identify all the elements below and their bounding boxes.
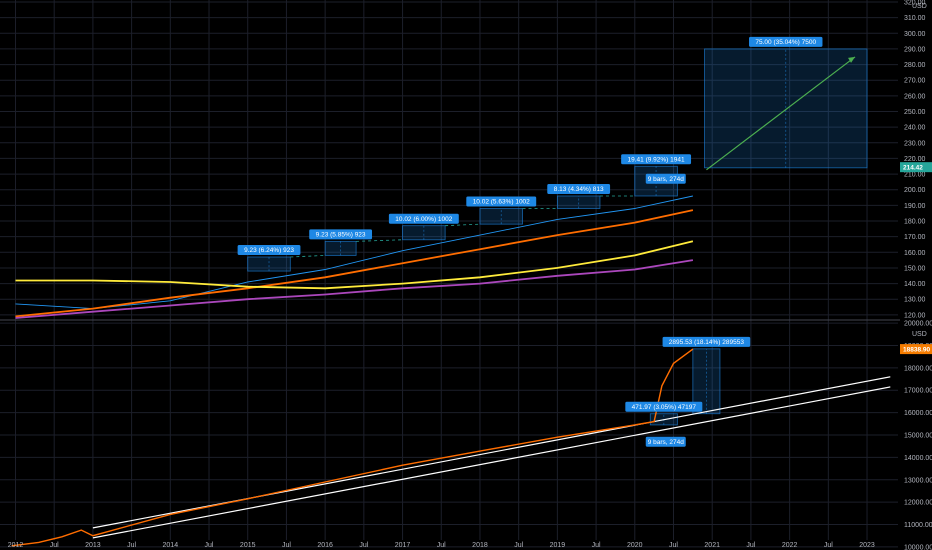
price-tick-label: 150.00 — [904, 265, 926, 272]
time-tick-label: 2021 — [704, 542, 720, 549]
time-tick-label: 2016 — [317, 542, 333, 549]
price-range-label: 10.02 (6.00%) 1002 — [395, 216, 452, 223]
price-tick-label: 300.00 — [904, 31, 926, 38]
price-tick-label: 290.00 — [904, 46, 926, 53]
bars-count-label: 9 bars, 274d — [648, 176, 685, 183]
price-tick-label: 170.00 — [904, 234, 926, 241]
price-tick-label: 15000.00 — [904, 433, 932, 440]
price-tick-label: 16000.00 — [904, 410, 932, 417]
price-range-label: 471.97 (3.05%) 47197 — [632, 404, 697, 411]
price-tick-label: 190.00 — [904, 203, 926, 210]
price-tick-label: 180.00 — [904, 219, 926, 226]
price-tick-label: 18000.00 — [904, 365, 932, 372]
price-range-label: 10.02 (5.63%) 1002 — [473, 199, 530, 206]
price-tick-label: 220.00 — [904, 156, 926, 163]
price-range-label: 9.23 (6.24%) 923 — [244, 247, 294, 254]
time-tick-label: Jul — [359, 542, 368, 549]
price-tick-label: 310.00 — [904, 15, 926, 22]
price-range-label: 19.41 (9.92%) 1941 — [628, 156, 685, 163]
time-tick-label: 2020 — [627, 542, 643, 549]
price-tick-label: 280.00 — [904, 62, 926, 69]
price-range-label: 8.13 (4.34%) 813 — [554, 186, 604, 193]
price-range-box[interactable] — [247, 256, 291, 272]
price-range-label: 2895.53 (18.14%) 289553 — [669, 339, 745, 346]
time-tick-label: 2019 — [550, 542, 566, 549]
price-tick-label: 13000.00 — [904, 477, 932, 484]
bars-count-label: 9 bars, 274d — [648, 439, 685, 446]
price-range-label: 75.00 (35.04%) 7500 — [755, 39, 816, 46]
time-tick-label: 2015 — [240, 542, 256, 549]
price-tick-label: 11000.00 — [904, 522, 932, 529]
time-tick-label: Jul — [127, 542, 136, 549]
time-tick-label: Jul — [50, 542, 59, 549]
last-price-label: 214.42 — [903, 165, 923, 172]
price-tick-label: 230.00 — [904, 140, 926, 147]
unit-label: USD — [912, 331, 927, 338]
time-tick-label: 2012 — [8, 542, 24, 549]
price-tick-label: 200.00 — [904, 187, 926, 194]
time-tick-label: 2023 — [859, 542, 875, 549]
price-tick-label: 10000.00 — [904, 544, 932, 550]
time-tick-label: Jul — [824, 542, 833, 549]
time-tick-label: 2013 — [85, 542, 101, 549]
time-tick-label: Jul — [746, 542, 755, 549]
price-tick-label: 20000.00 — [904, 321, 932, 328]
price-tick-label: 120.00 — [904, 312, 926, 319]
time-tick-label: 2014 — [163, 542, 179, 549]
price-tick-label: 260.00 — [904, 93, 926, 100]
unit-label: USD — [912, 3, 927, 10]
time-tick-label: 2017 — [395, 542, 411, 549]
time-tick-label: Jul — [669, 542, 678, 549]
time-tick-label: Jul — [592, 542, 601, 549]
price-tick-label: 160.00 — [904, 250, 926, 257]
price-range-box[interactable] — [324, 240, 357, 256]
price-tick-label: 250.00 — [904, 109, 926, 116]
time-tick-label: Jul — [205, 542, 214, 549]
time-tick-label: Jul — [282, 542, 291, 549]
price-range-label: 9.23 (5.85%) 923 — [316, 232, 366, 239]
price-tick-label: 12000.00 — [904, 500, 932, 507]
price-tick-label: 270.00 — [904, 78, 926, 85]
price-tick-label: 210.00 — [904, 172, 926, 179]
last-price-label: 18838.90 — [903, 347, 930, 354]
price-tick-label: 130.00 — [904, 297, 926, 304]
price-chart[interactable]: 9.23 (6.24%) 923 9.23 (5.85%) 923 10.02 (6… — [0, 0, 932, 550]
time-tick-label: Jul — [437, 542, 446, 549]
price-range-box[interactable] — [402, 225, 446, 241]
time-tick-label: 2018 — [472, 542, 488, 549]
price-tick-label: 17000.00 — [904, 388, 932, 395]
time-tick-label: Jul — [514, 542, 523, 549]
price-tick-label: 240.00 — [904, 125, 926, 132]
price-tick-label: 14000.00 — [904, 455, 932, 462]
time-tick-label: 2022 — [782, 542, 798, 549]
price-tick-label: 140.00 — [904, 281, 926, 288]
